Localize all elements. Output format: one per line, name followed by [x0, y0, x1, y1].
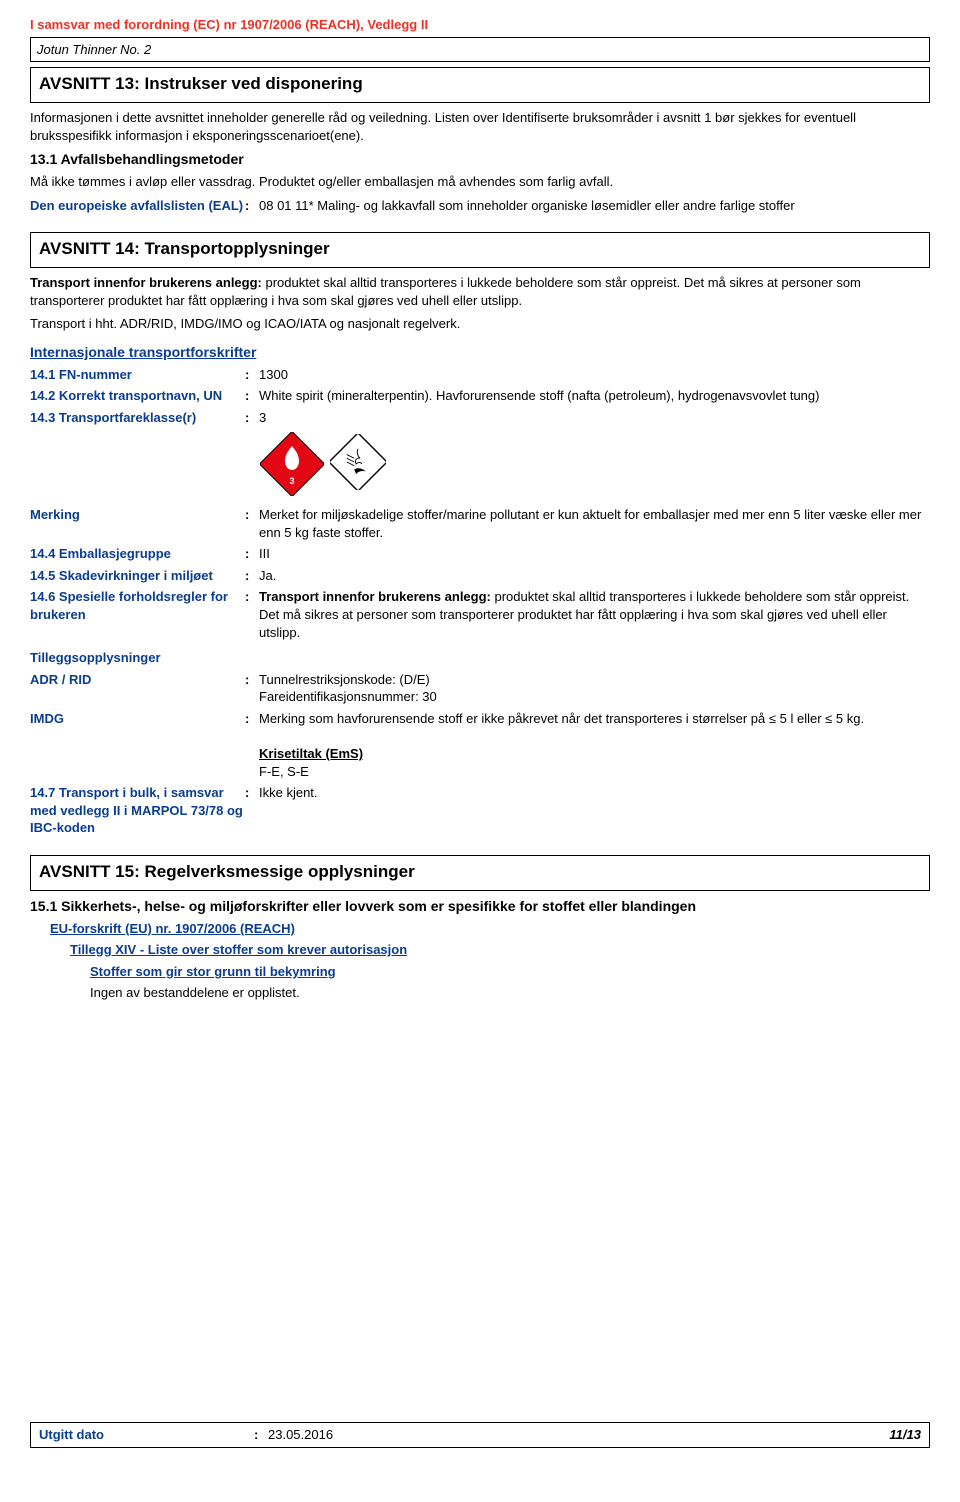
environment-icon — [330, 434, 390, 494]
ems-head: Krisetiltak (EmS) — [259, 746, 363, 761]
fn-value: 1300 — [259, 366, 930, 384]
bulk-label: 14.7 Transport i bulk, i samsvar med ved… — [30, 784, 245, 837]
emb-label: 14.4 Emballasjegruppe — [30, 545, 245, 563]
skade-label: 14.5 Skadevirkninger i miljøet — [30, 567, 245, 585]
product-name: Jotun Thinner No. 2 — [37, 42, 151, 57]
klasse-label: 14.3 Transportfareklasse(r) — [30, 409, 245, 427]
ems-row: Krisetiltak (EmS) F-E, S-E — [30, 745, 930, 780]
tillegg14-link: Tillegg XIV - Liste over stoffer som kre… — [70, 941, 930, 959]
skade-row: 14.5 Skadevirkninger i miljøet : Ja. — [30, 567, 930, 585]
section-13-intro: Informasjonen i dette avsnittet innehold… — [30, 109, 930, 144]
fn-label: 14.1 FN-nummer — [30, 366, 245, 384]
footer-date: 23.05.2016 — [268, 1426, 889, 1444]
section-13-header: AVSNITT 13: Instrukser ved disponering — [30, 67, 930, 103]
eal-value: 08 01 11* Maling- og lakkavfall som inne… — [259, 197, 930, 215]
section-14-header: AVSNITT 14: Transportopplysninger — [30, 232, 930, 268]
spes-bold: Transport innenfor brukerens anlegg: — [259, 589, 491, 604]
spes-row: 14.6 Spesielle forholdsregler for bruker… — [30, 588, 930, 641]
skade-value: Ja. — [259, 567, 930, 585]
navn-label: 14.2 Korrekt transportnavn, UN — [30, 387, 245, 405]
section-14-para1: Transport innenfor brukerens anlegg: pro… — [30, 274, 930, 309]
ems-block: Krisetiltak (EmS) F-E, S-E — [259, 745, 930, 780]
footer-label: Utgitt dato — [39, 1426, 254, 1444]
section-15-1-subhead: 15.1 Sikkerhets-, helse- og miljøforskri… — [30, 897, 930, 916]
transport-name-row: 14.2 Korrekt transportnavn, UN : White s… — [30, 387, 930, 405]
adr-value: Tunnelrestriksjonskode: (D/E) Fareidenti… — [259, 671, 930, 706]
emb-row: 14.4 Emballasjegruppe : III — [30, 545, 930, 563]
class-row: 14.3 Transportfareklasse(r) : 3 — [30, 409, 930, 427]
section-15-title: AVSNITT 15: Regelverksmessige opplysning… — [39, 861, 921, 884]
imdg-value: Merking som havforurensende stoff er ikk… — [259, 710, 930, 728]
adr-value-1: Tunnelrestriksjonskode: (D/E) — [259, 672, 430, 687]
adr-value-2: Fareidentifikasjonsnummer: 30 — [259, 689, 437, 704]
imdg-label: IMDG — [30, 710, 245, 728]
fn-row: 14.1 FN-nummer : 1300 — [30, 366, 930, 384]
svg-text:3: 3 — [289, 476, 294, 486]
adr-row: ADR / RID : Tunnelrestriksjonskode: (D/E… — [30, 671, 930, 706]
bulk-row: 14.7 Transport i bulk, i samsvar med ved… — [30, 784, 930, 837]
ems-value: F-E, S-E — [259, 764, 309, 779]
spes-value: Transport innenfor brukerens anlegg: pro… — [259, 588, 930, 641]
hazard-pictograms: 3 — [260, 432, 930, 496]
bulk-value: Ikke kjent. — [259, 784, 930, 802]
eu-reg-link: EU-forskrift (EU) nr. 1907/2006 (REACH) — [50, 920, 930, 938]
spes-label: 14.6 Spesielle forholdsregler for bruker… — [30, 588, 245, 623]
merking-label: Merking — [30, 506, 245, 524]
section-14-para2: Transport i hht. ADR/RID, IMDG/IMO og IC… — [30, 315, 930, 333]
section-13-waste-line: Må ikke tømmes i avløp eller vassdrag. P… — [30, 173, 930, 191]
concern-link: Stoffer som gir stor grunn til bekymring — [90, 963, 930, 981]
section-13-title: AVSNITT 13: Instrukser ved disponering — [39, 73, 921, 96]
merking-value: Merket for miljøskadelige stoffer/marine… — [259, 506, 930, 541]
product-name-box: Jotun Thinner No. 2 — [30, 37, 930, 63]
emb-value: III — [259, 545, 930, 563]
section-14-title: AVSNITT 14: Transportopplysninger — [39, 238, 921, 261]
footer: Utgitt dato : 23.05.2016 11/13 — [30, 1422, 930, 1448]
section-15-header: AVSNITT 15: Regelverksmessige opplysning… — [30, 855, 930, 891]
eal-row: Den europeiske avfallslisten (EAL) : 08 … — [30, 197, 930, 215]
section-13-1-subhead: 13.1 Avfallsbehandlingsmetoder — [30, 150, 930, 169]
regulation-header: I samsvar med forordning (EC) nr 1907/20… — [30, 16, 930, 34]
imdg-row: IMDG : Merking som havforurensende stoff… — [30, 710, 930, 728]
footer-page: 11/13 — [889, 1426, 921, 1444]
tillegg-heading: Tilleggsopplysninger — [30, 649, 930, 667]
merking-row: Merking : Merket for miljøskadelige stof… — [30, 506, 930, 541]
navn-value: White spirit (mineralterpentin). Havforu… — [259, 387, 930, 405]
none-listed: Ingen av bestanddelene er opplistet. — [90, 984, 930, 1002]
para1-bold: Transport innenfor brukerens anlegg: — [30, 275, 262, 290]
intl-transport-heading: Internasjonale transportforskrifter — [30, 343, 930, 362]
klasse-value: 3 — [259, 409, 930, 427]
colon: : — [245, 197, 259, 215]
flammable-icon: 3 — [260, 432, 324, 496]
adr-label: ADR / RID — [30, 671, 245, 689]
eal-label: Den europeiske avfallslisten (EAL) — [30, 197, 245, 215]
